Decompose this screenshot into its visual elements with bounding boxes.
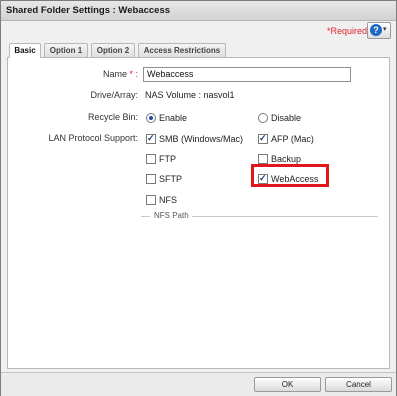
chevron-down-icon: ▾ (383, 26, 387, 33)
title-bar[interactable]: Shared Folder Settings : Webaccess (1, 1, 396, 21)
nfs-path-divider-right (192, 216, 378, 217)
name-label: Name * : (102, 69, 138, 79)
tab-access-restrictions[interactable]: Access Restrictions (138, 43, 226, 57)
tab-basic[interactable]: Basic (9, 43, 41, 58)
drive-array-label: Drive/Array: (90, 90, 138, 100)
tab-option-2[interactable]: Option 2 (91, 43, 135, 57)
recycle-enable-radio[interactable] (146, 113, 156, 123)
tab-strip: Basic Option 1 Option 2 Access Restricti… (7, 43, 390, 58)
webaccess-highlight-box (251, 164, 329, 187)
backup-label: Backup (271, 154, 302, 164)
recycle-enable-label: Enable (159, 113, 188, 123)
nfs-label: NFS (159, 195, 177, 205)
nfs-path-divider-left (141, 216, 150, 217)
basic-settings-panel: Name * : Drive/Array: NAS Volume : nasvo… (7, 57, 390, 369)
name-input[interactable] (143, 67, 351, 82)
cancel-button[interactable]: Cancel (325, 377, 392, 392)
backup-checkbox[interactable] (258, 154, 268, 164)
nfs-path-label: NFS Path (154, 211, 189, 220)
help-button[interactable]: ? ▾ (367, 22, 391, 39)
tab-option-1[interactable]: Option 1 (44, 43, 88, 57)
ok-button[interactable]: OK (254, 377, 321, 392)
recycle-disable-radio[interactable] (258, 113, 268, 123)
required-marker: * : (126, 69, 138, 79)
lan-protocol-label: LAN Protocol Support: (48, 133, 138, 143)
required-note: *Required (327, 26, 368, 36)
smb-label: SMB (Windows/Mac) (159, 134, 244, 144)
question-circle-icon: ? (370, 24, 382, 36)
recycle-disable-label: Disable (271, 113, 302, 123)
dialog-title: Shared Folder Settings : Webaccess (6, 5, 171, 16)
sftp-label: SFTP (159, 174, 183, 184)
nfs-checkbox[interactable] (146, 195, 156, 205)
afp-checkbox[interactable] (258, 133, 268, 144)
sftp-checkbox[interactable] (146, 174, 156, 184)
recycle-bin-label: Recycle Bin: (87, 112, 138, 122)
ftp-label: FTP (159, 154, 176, 164)
afp-label: AFP (Mac) (271, 134, 314, 144)
smb-checkbox[interactable] (146, 133, 156, 144)
ftp-checkbox[interactable] (146, 154, 156, 164)
shared-folder-settings-dialog: Shared Folder Settings : Webaccess *Requ… (0, 0, 397, 396)
dialog-footer: OK Cancel (1, 372, 396, 396)
drive-array-value: NAS Volume : nasvol1 (145, 90, 235, 100)
